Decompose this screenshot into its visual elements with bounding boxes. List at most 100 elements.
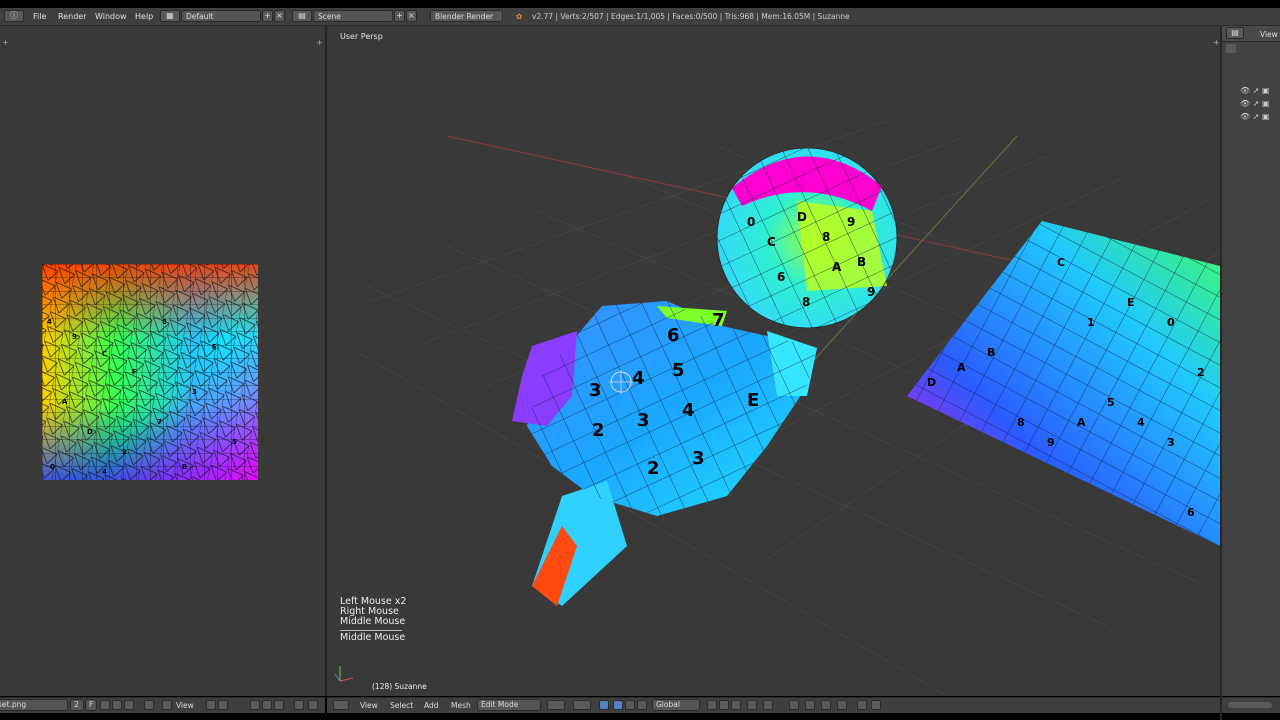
viewport-add-menu[interactable]: Add [424,701,439,710]
limit-selection-icon[interactable] [763,700,773,710]
editor-type-info-button[interactable]: ⓘ [4,10,24,22]
suzanne-monkey-mesh[interactable]: 3 4 5 2 3 4 2 3 E 7 6 [512,301,817,606]
proportional-editing-icon[interactable] [789,700,799,710]
image-name-field[interactable]: set.png [0,699,68,711]
viewport-corner-plus-icon[interactable]: + [1213,38,1220,47]
view-perspective-label: User Persp [340,32,383,41]
uv-select-mode-vertex-icon[interactable] [250,700,260,710]
visibility-eye-icon[interactable]: 👁 [1240,112,1250,121]
outliner-row-2[interactable]: 👁 ➚ ▣ [1240,99,1270,108]
svg-text:9: 9 [847,215,855,229]
render-camera-icon[interactable]: ▣ [1262,86,1270,95]
svg-text:4: 4 [1137,416,1145,429]
image-users-count[interactable]: 2 [70,699,84,711]
svg-text:8: 8 [822,230,830,244]
scene-icon[interactable]: ▤ [292,10,312,22]
viewport-select-menu[interactable]: Select [390,701,413,710]
svg-text:5: 5 [232,438,237,446]
interaction-mode-select[interactable]: Edit Mode [477,699,541,711]
render-camera-icon[interactable]: ▣ [1262,112,1270,121]
svg-text:3: 3 [589,380,602,401]
opengl-render-icon[interactable] [857,700,867,710]
select-face-mode-icon[interactable] [747,700,757,710]
screen-layout-icon[interactable]: ▦ [160,10,180,22]
snap-element-icon[interactable] [821,700,831,710]
remove-layout-button[interactable]: × [274,10,285,22]
pin-image-icon[interactable] [144,700,154,710]
svg-text:A: A [832,260,842,274]
manipulator-toggle-icon[interactable] [599,700,609,710]
opengl-render-animation-icon[interactable] [871,700,881,710]
sphere-mesh[interactable]: 0C D 8 9 A B 6 8 9 [716,147,898,329]
add-layout-button[interactable]: + [262,10,273,22]
svg-text:A: A [62,398,68,406]
viewport-header: View Select Add Mesh Edit Mode Global [327,697,1220,713]
selectability-arrow-icon[interactable]: ➚ [1253,112,1260,121]
pivot-point-icon[interactable] [206,700,216,710]
uv-select-mode-face-icon[interactable] [274,700,284,710]
select-vertex-mode-icon[interactable] [719,700,729,710]
outliner-view-menu[interactable]: View [1260,30,1278,39]
svg-text:2: 2 [647,458,660,479]
outliner-panel[interactable] [1222,26,1280,696]
uv-texture-image[interactable]: 4 9 C F 8 3 A D 2 7 E 5 0 4 B [42,264,258,480]
select-edge-mode-icon[interactable] [731,700,741,710]
screen-layout-field[interactable]: Default [181,10,261,22]
svg-text:D: D [927,376,936,389]
add-scene-button[interactable]: + [394,10,405,22]
viewport-view-menu[interactable]: View [360,701,378,710]
menu-render[interactable]: Render [58,12,86,21]
menu-window[interactable]: Window [95,12,127,21]
uv-editor-type-icon[interactable] [162,700,172,710]
outliner-filter-icon[interactable] [1226,44,1236,53]
menu-help[interactable]: Help [135,12,153,21]
scene-field[interactable]: Scene [313,10,393,22]
proportional-edit-icon[interactable] [294,700,304,710]
uv-corner-plus-icon[interactable]: + [2,38,9,47]
outliner-row-1[interactable]: 👁 ➚ ▣ [1240,86,1270,95]
snap-icon[interactable] [308,700,318,710]
object-info-label: (128) Suzanne [372,682,427,691]
uv-editor-header: set.png 2 F View [0,697,325,713]
svg-text:5: 5 [1107,396,1115,409]
layer-visible-icon[interactable] [707,700,717,710]
fake-user-toggle[interactable]: F [85,699,97,711]
rotate-manipulator-icon[interactable] [625,700,635,710]
render-camera-icon[interactable]: ▣ [1262,99,1270,108]
visibility-eye-icon[interactable]: 👁 [1240,86,1250,95]
viewport-editor-type-icon[interactable] [333,700,349,710]
svg-text:4: 4 [102,468,107,476]
translate-manipulator-icon[interactable] [613,700,623,710]
unlink-image-icon[interactable] [124,700,134,710]
outliner-editor-type-icon[interactable]: ▤ [1226,27,1244,39]
menu-file[interactable]: File [33,12,46,21]
snap-target-icon[interactable] [837,700,847,710]
uv-select-mode-edge-icon[interactable] [262,700,272,710]
svg-text:8: 8 [1017,416,1025,429]
visibility-eye-icon[interactable]: 👁 [1240,99,1250,108]
sync-selection-icon[interactable] [218,700,228,710]
viewport-mesh-menu[interactable]: Mesh [451,701,471,710]
render-engine-select[interactable]: Blender Render [430,10,503,22]
selectability-arrow-icon[interactable]: ➚ [1253,86,1260,95]
uv-corner-plus-right-icon[interactable]: + [316,38,323,47]
viewport-shading-icon[interactable] [547,700,565,710]
svg-text:5: 5 [672,360,685,381]
new-image-icon[interactable] [100,700,110,710]
3d-viewport[interactable]: DAB 89A 543 61E 02C 0CD 89A B68 9 3 4 5 … [327,26,1220,696]
viewport-scene[interactable]: DAB 89A 543 61E 02C 0CD 89A B68 9 34 5 2… [327,26,1220,696]
plane-mesh[interactable]: D A B 8 9 A 5 4 3 6 1 E 0 2 C [907,221,1220,546]
scale-manipulator-icon[interactable] [637,700,647,710]
remove-scene-button[interactable]: × [406,10,417,22]
transform-orientation-select[interactable]: Global [652,699,700,711]
outliner-row-3[interactable]: 👁 ➚ ▣ [1240,112,1270,121]
svg-text:F: F [132,368,137,376]
svg-text:C: C [1057,256,1065,269]
pivot-center-icon[interactable] [573,700,591,710]
outliner-scrollbar[interactable] [1228,702,1272,708]
selectability-arrow-icon[interactable]: ➚ [1253,99,1260,108]
svg-text:D: D [797,210,807,224]
snap-toggle-icon[interactable] [805,700,815,710]
open-image-icon[interactable] [112,700,122,710]
uv-view-menu[interactable]: View [176,701,194,710]
